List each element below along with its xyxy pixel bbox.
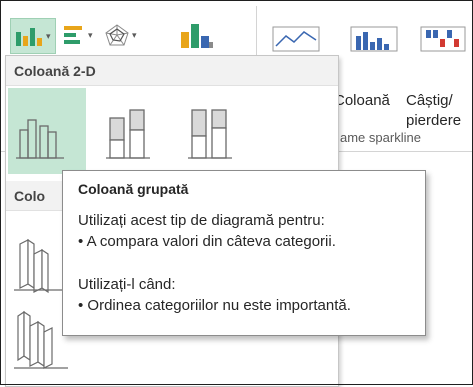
screenshot-border: [0, 0, 473, 385]
